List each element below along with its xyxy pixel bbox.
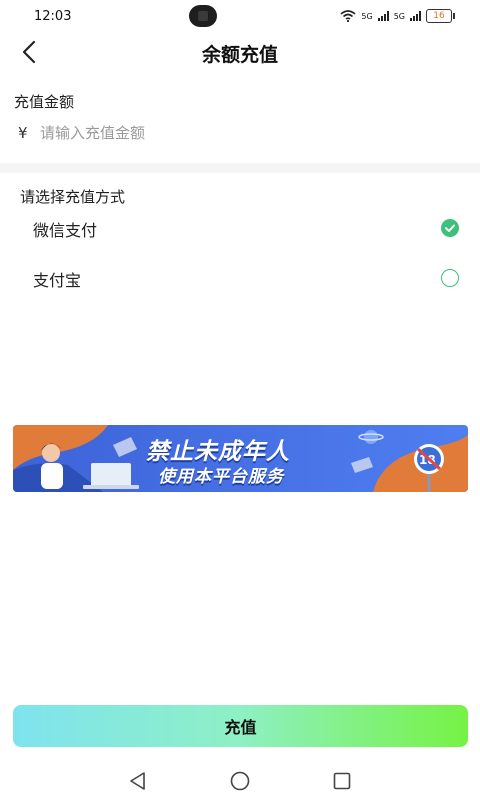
camera-cutout	[189, 5, 217, 27]
square-recents-icon[interactable]	[331, 770, 353, 792]
signal-icon	[377, 11, 389, 21]
network-label-2: 5G	[393, 11, 405, 21]
top-bar: 余额充值	[0, 32, 480, 72]
status-icons: 5G 5G 16	[340, 9, 455, 23]
signal-icon-2	[410, 11, 421, 21]
currency-symbol: ¥	[18, 124, 28, 142]
amount-label: 充值金额	[14, 93, 75, 111]
status-bar: 12:03 5G 5G 16	[0, 0, 480, 32]
payment-option-label: 微信支付	[33, 221, 98, 240]
svg-text:18: 18	[419, 453, 436, 467]
banner-subline: 使用本平台服务	[158, 467, 284, 487]
banner-headline: 禁止未成年人	[146, 439, 290, 465]
circle-home-icon[interactable]	[229, 770, 251, 792]
radio-checked-icon[interactable]	[441, 219, 459, 237]
amount-input[interactable]	[40, 119, 460, 147]
payment-option-label: 支付宝	[33, 271, 82, 290]
system-nav-bar	[0, 760, 480, 800]
section-divider	[0, 163, 480, 173]
wifi-icon	[340, 10, 356, 22]
status-time: 12:03	[34, 8, 72, 24]
recharge-button[interactable]: 充值	[13, 705, 468, 747]
triangle-back-icon[interactable]	[127, 770, 149, 792]
page-title: 余额充值	[201, 44, 278, 66]
payment-method-label: 请选择充值方式	[20, 188, 126, 206]
check-icon	[445, 224, 455, 232]
radio-unchecked-icon[interactable]	[441, 269, 459, 287]
payment-option-wechat[interactable]: 微信支付	[0, 205, 480, 249]
battery-icon: 16	[426, 9, 455, 23]
payment-option-alipay[interactable]: 支付宝	[0, 255, 480, 299]
network-label-1: 5G	[361, 11, 373, 21]
